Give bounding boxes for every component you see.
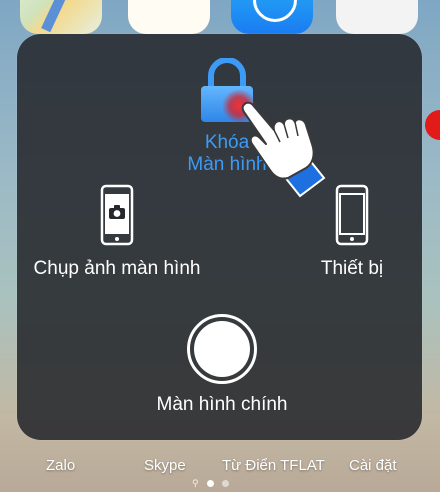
device-label: Thiết bị: [320, 258, 384, 279]
app-store-icon[interactable]: [231, 0, 313, 34]
home-button[interactable]: Màn hình chính: [127, 314, 317, 416]
home-button-icon: [187, 314, 257, 384]
maps-app-icon[interactable]: [20, 0, 102, 34]
hand-pointer-icon: [222, 89, 326, 198]
notification-badge: [425, 110, 440, 140]
stocks-app-icon[interactable]: [336, 0, 418, 34]
home-label: Màn hình chính: [156, 394, 288, 415]
dock-label-settings[interactable]: Cài đặt: [349, 457, 397, 474]
page-dot-2: [221, 480, 229, 487]
phone-icon: [335, 184, 369, 246]
screenshot-button[interactable]: Chụp ảnh màn hình: [22, 184, 212, 280]
screenshot-label: Chụp ảnh màn hình: [33, 258, 201, 279]
notes-app-icon[interactable]: [128, 0, 210, 34]
page-indicator[interactable]: ⚲: [192, 478, 229, 488]
assistive-touch-panel: Khóa Màn hình Chụp ảnh màn hình Thiết bị…: [17, 34, 422, 440]
dock-label-tflat[interactable]: Từ Điển TFLAT: [222, 457, 325, 474]
dock-label-zalo[interactable]: Zalo: [46, 457, 75, 474]
spotlight-search-icon: ⚲: [192, 478, 199, 488]
page-dot-1: [206, 480, 214, 487]
camera-phone-icon: [100, 184, 134, 246]
dock-label-skype[interactable]: Skype: [144, 457, 186, 474]
